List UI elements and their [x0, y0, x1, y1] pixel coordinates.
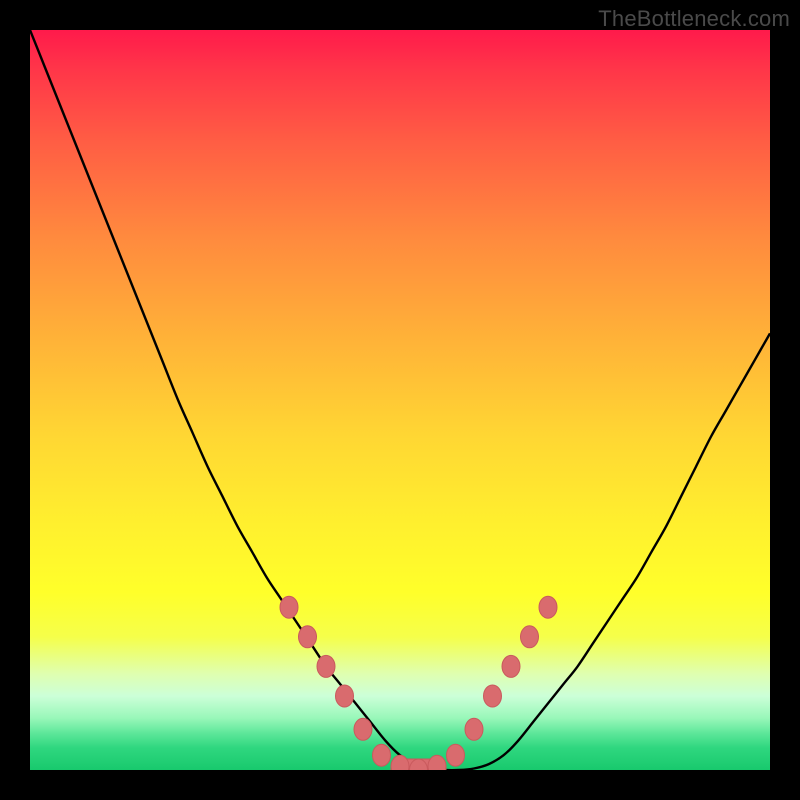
curve-line	[30, 30, 770, 770]
curve-marker	[447, 744, 465, 766]
plot-area	[30, 30, 770, 770]
curve-marker	[280, 596, 298, 618]
curve-marker	[373, 744, 391, 766]
curve-marker	[465, 718, 483, 740]
curve-marker	[484, 685, 502, 707]
curve-marker	[336, 685, 354, 707]
curve-marker	[428, 755, 446, 770]
bottleneck-curve	[30, 30, 770, 770]
curve-marker	[317, 655, 335, 677]
curve-marker	[539, 596, 557, 618]
curve-marker	[391, 755, 409, 770]
curve-marker	[354, 718, 372, 740]
curve-marker	[299, 626, 317, 648]
curve-marker	[521, 626, 539, 648]
chart-frame: TheBottleneck.com	[0, 0, 800, 800]
curve-marker	[502, 655, 520, 677]
watermark-text: TheBottleneck.com	[598, 6, 790, 32]
